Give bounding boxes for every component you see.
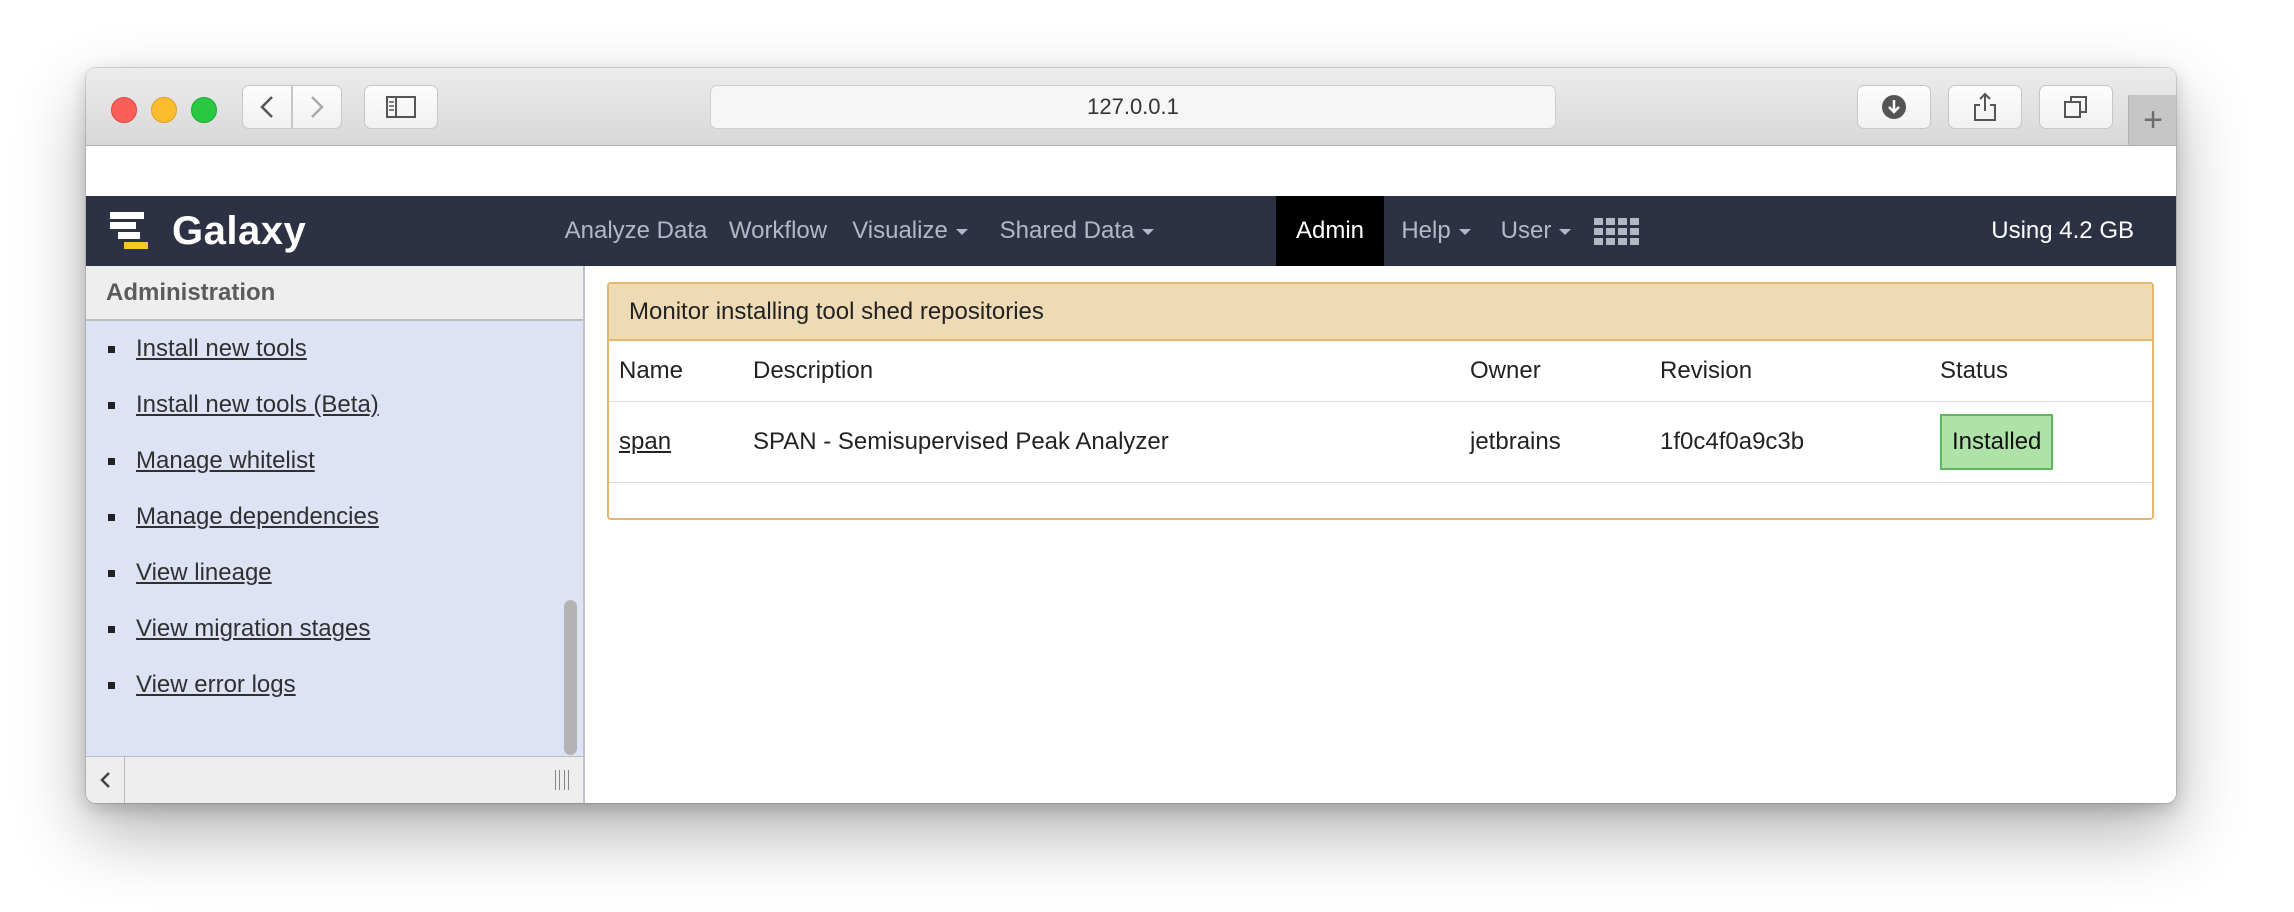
close-window-button[interactable] xyxy=(111,97,137,123)
panel-heading-text: Monitor installing tool shed repositorie… xyxy=(629,297,1044,325)
downloads-button[interactable] xyxy=(1857,85,1931,129)
column-header-description: Description xyxy=(743,341,1460,402)
bullet-icon xyxy=(108,345,115,353)
sidebar-toggle-button[interactable] xyxy=(364,85,438,129)
caret-down-icon xyxy=(955,229,968,235)
nav-help[interactable]: Help xyxy=(1384,196,1488,266)
masthead: Galaxy Analyze Data Workflow Visualize S… xyxy=(86,196,2176,266)
collapse-panel-button[interactable] xyxy=(86,757,125,803)
nav-analyze-data[interactable]: Analyze Data xyxy=(554,196,718,266)
address-url: 127.0.0.1 xyxy=(1087,94,1179,119)
column-header-name: Name xyxy=(609,341,743,402)
repositories-panel: Monitor installing tool shed repositorie… xyxy=(607,282,2154,520)
panel-title: Administration xyxy=(86,266,583,321)
cell-status: Installed xyxy=(1930,401,2152,483)
sidebar-scroll-thumb[interactable] xyxy=(564,600,577,755)
repositories-table: Name Description Owner Revision Status s… xyxy=(609,341,2152,483)
nav-apps[interactable] xyxy=(1584,196,1648,266)
list-item: Manage dependencies xyxy=(86,489,556,545)
column-header-revision: Revision xyxy=(1650,341,1930,402)
status-badge: Installed xyxy=(1940,414,2054,470)
menu-link-install-new-tools-beta[interactable]: Install new tools (Beta) xyxy=(136,391,379,419)
nav-label: Visualize xyxy=(852,217,948,244)
tabs-overview-icon xyxy=(2064,96,2087,118)
cell-owner: jetbrains xyxy=(1460,401,1650,483)
plus-icon: + xyxy=(2143,101,2163,139)
download-icon xyxy=(1882,95,1906,119)
nav-label: Help xyxy=(1401,217,1451,244)
nav-visualize[interactable]: Visualize xyxy=(838,196,982,266)
menu-link-manage-dependencies[interactable]: Manage dependencies xyxy=(136,503,379,531)
brand-name: Galaxy xyxy=(172,208,307,253)
table-row: span SPAN - Semisupervised Peak Analyzer… xyxy=(609,401,2152,483)
share-icon xyxy=(1974,92,1996,121)
browser-window: 127.0.0.1 + Galaxy Analyze Data Workflow… xyxy=(86,68,2176,803)
bullet-icon xyxy=(108,569,115,577)
bullet-icon xyxy=(108,457,115,465)
list-item: View error logs xyxy=(86,657,556,713)
resize-handle[interactable] xyxy=(555,770,569,790)
menu-link-view-error-logs[interactable]: View error logs xyxy=(136,671,296,699)
cell-revision: 1f0c4f0a9c3b xyxy=(1650,401,1930,483)
nav-user[interactable]: User xyxy=(1488,196,1584,266)
caret-down-icon xyxy=(1559,229,1572,235)
panel-title-text: Administration xyxy=(106,278,276,306)
bullet-icon xyxy=(108,513,115,521)
admin-menu: Install new tools Install new tools (Bet… xyxy=(86,321,556,713)
menu-link-manage-whitelist[interactable]: Manage whitelist xyxy=(136,447,315,475)
back-button[interactable] xyxy=(242,85,292,129)
cell-name: span xyxy=(609,401,743,483)
caret-down-icon xyxy=(1458,229,1471,235)
panel-footer xyxy=(86,756,583,803)
bullet-icon xyxy=(108,625,115,633)
quota-meter[interactable]: Using 4.2 GB xyxy=(1991,196,2134,266)
cell-description: SPAN - Semisupervised Peak Analyzer xyxy=(743,401,1460,483)
table-header-row: Name Description Owner Revision Status xyxy=(609,341,2152,402)
list-item: View lineage xyxy=(86,545,556,601)
quota-text: Using 4.2 GB xyxy=(1991,217,2134,244)
nav-label: Workflow xyxy=(728,217,828,244)
bullet-icon xyxy=(108,401,115,409)
list-item: Manage whitelist xyxy=(86,433,556,489)
list-item: Install new tools (Beta) xyxy=(86,377,556,433)
brand-link[interactable]: Galaxy xyxy=(106,208,306,254)
nav-label: Admin xyxy=(1295,217,1365,244)
menu-link-view-lineage[interactable]: View lineage xyxy=(136,559,272,587)
nav-label: Shared Data xyxy=(999,217,1135,244)
bullet-icon xyxy=(108,681,115,689)
column-header-owner: Owner xyxy=(1460,341,1650,402)
share-button[interactable] xyxy=(1948,85,2022,129)
panel-heading: Monitor installing tool shed repositorie… xyxy=(609,284,2152,341)
grid-icon xyxy=(1593,217,1639,245)
chevron-right-icon xyxy=(311,96,324,118)
list-item: View migration stages xyxy=(86,601,556,657)
galaxy-logo-icon xyxy=(110,212,148,249)
repository-link[interactable]: span xyxy=(619,428,671,455)
column-header-status: Status xyxy=(1930,341,2152,402)
menu-link-install-new-tools[interactable]: Install new tools xyxy=(136,335,307,363)
nav-workflow[interactable]: Workflow xyxy=(718,196,838,266)
minimize-window-button[interactable] xyxy=(151,97,177,123)
nav-shared-data[interactable]: Shared Data xyxy=(982,196,1172,266)
menu-link-view-migration-stages[interactable]: View migration stages xyxy=(136,615,370,643)
maximize-window-button[interactable] xyxy=(191,97,217,123)
caret-down-icon xyxy=(1142,229,1155,235)
chevron-left-icon xyxy=(260,96,273,118)
browser-toolbar: 127.0.0.1 + xyxy=(86,68,2176,146)
center-panel: Monitor installing tool shed repositorie… xyxy=(585,266,2176,803)
admin-side-panel: Administration Install new tools Install… xyxy=(86,266,585,803)
sidebar-icon xyxy=(386,96,416,118)
list-item: Install new tools xyxy=(86,321,556,377)
nav-label: User xyxy=(1500,217,1552,244)
show-tabs-button[interactable] xyxy=(2039,85,2113,129)
nav-admin[interactable]: Admin xyxy=(1276,196,1384,266)
address-bar[interactable]: 127.0.0.1 xyxy=(710,85,1556,129)
new-tab-button[interactable]: + xyxy=(2128,95,2176,145)
chevron-left-icon xyxy=(100,772,110,788)
page-top-spacer xyxy=(86,146,2176,196)
forward-button[interactable] xyxy=(292,85,342,129)
nav-label: Analyze Data xyxy=(564,217,708,244)
